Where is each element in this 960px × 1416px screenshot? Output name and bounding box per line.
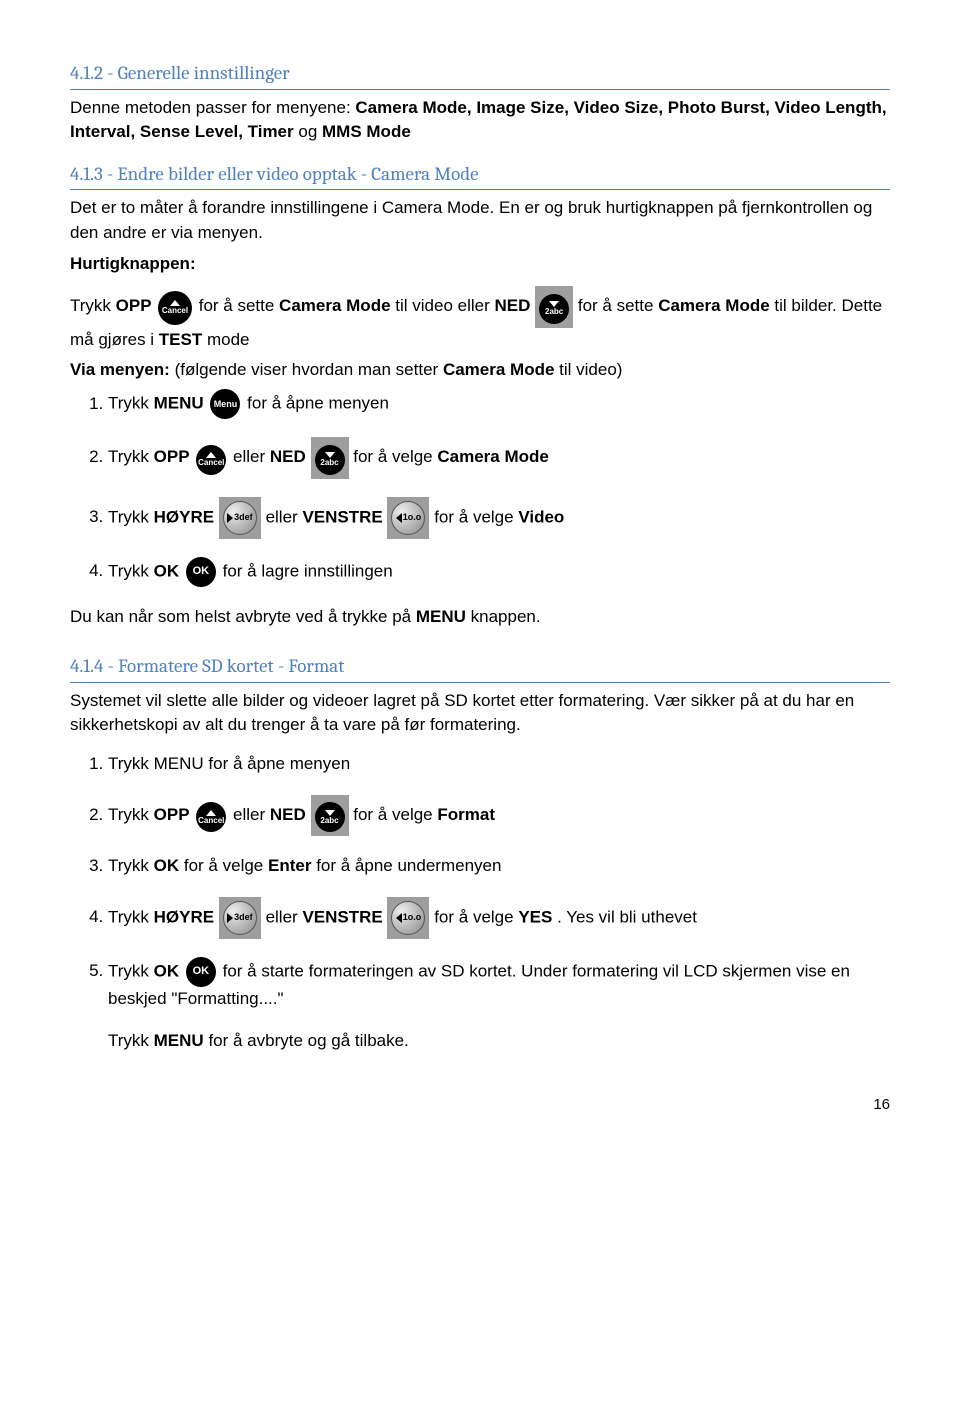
via-menyen-line: Via menyen: (følgende viser hvordan man … (70, 358, 890, 383)
outro-4-1-3: Du kan når som helst avbryte ved å trykk… (70, 605, 890, 630)
camera-mode-label: Camera Mode (658, 297, 769, 316)
1oo-left-icon: 1o.o (387, 497, 429, 539)
video-label: Video (518, 507, 564, 526)
cancel-up-icon: Cancel (196, 799, 226, 833)
text: for å velge (434, 907, 518, 926)
menu-label: MENU (416, 607, 466, 626)
format-label: Format (437, 805, 495, 824)
hurtigknapp-line: Trykk OPP Cancel for å sette Camera Mode… (70, 286, 890, 352)
list-item: Trykk HØYRE 3def eller VENSTRE 1o.o for … (108, 497, 890, 539)
ned-label: NED (270, 447, 306, 466)
ned-label: NED (495, 297, 536, 316)
text: Trykk (108, 961, 154, 980)
via-menyen-label: Via menyen: (70, 360, 170, 379)
2abc-down-icon: 2abc (535, 286, 573, 328)
opp-label: OPP (154, 447, 190, 466)
text: . Yes vil bli uthevet (557, 907, 697, 926)
text: for å velge (353, 805, 437, 824)
text: for å åpne undermenyen (316, 856, 501, 875)
steps-4-1-4: Trykk MENU for å åpne menyen Trykk OPP C… (70, 752, 890, 1054)
text: knappen. (471, 607, 541, 626)
text: for å åpne menyen (247, 394, 389, 413)
text: eller (233, 805, 270, 824)
text: Trykk (108, 907, 154, 926)
text: for å lagre innstillingen (223, 561, 393, 580)
heading-4-1-3: 4.1.3 - Endre bilder eller video opptak … (70, 161, 890, 191)
text: til video eller (395, 297, 490, 316)
heading-4-1-4: 4.1.4 - Formatere SD kortet - Format (70, 653, 890, 683)
text: Trykk (108, 507, 154, 526)
menu-label: MENU (154, 394, 204, 413)
text: Trykk (108, 1031, 154, 1050)
camera-mode-label: Camera Mode (279, 297, 390, 316)
2abc-down-icon: 2abc (311, 437, 349, 479)
ok-icon: OK (186, 957, 216, 987)
menu-label: MENU (154, 1031, 204, 1050)
list-item: Trykk MENU for å åpne menyen (108, 752, 890, 777)
list-item: Trykk OK OK for å lagre innstillingen (108, 557, 890, 587)
text: Trykk (70, 297, 111, 316)
list-item: Trykk MENU Menu for å åpne menyen (108, 389, 890, 419)
test-label: TEST (159, 330, 202, 349)
list-item: Trykk HØYRE 3def eller VENSTRE 1o.o for … (108, 897, 890, 939)
text: eller (266, 507, 303, 526)
text: eller (266, 907, 303, 926)
cancel-up-icon: Cancel (158, 289, 192, 325)
1oo-left-icon: 1o.o (387, 897, 429, 939)
text: Denne metoden passer for menyene: (70, 98, 355, 117)
3def-right-icon: 3def (219, 897, 261, 939)
intro-4-1-3: Det er to måter å forandre innstillingen… (70, 196, 890, 245)
text: (følgende viser hvordan man setter (175, 360, 443, 379)
ok-label: OK (154, 961, 180, 980)
hoyre-label: HØYRE (154, 507, 214, 526)
opp-label: OPP (116, 297, 156, 316)
mms-mode: MMS Mode (322, 122, 411, 141)
text: Trykk (108, 805, 154, 824)
text: til video) (559, 360, 622, 379)
page-number: 16 (70, 1094, 890, 1116)
text: og (298, 122, 322, 141)
text: Du kan når som helst avbryte ved å trykk… (70, 607, 416, 626)
hurtigknappen-label: Hurtigknappen: (70, 254, 196, 273)
venstre-label: VENSTRE (302, 907, 382, 926)
outro-4-1-4: Trykk MENU for å avbryte og gå tilbake. (108, 1029, 890, 1054)
text: eller (233, 447, 270, 466)
heading-4-1-2: 4.1.2 - Generelle innstillinger (70, 60, 890, 90)
text: for å sette (199, 297, 279, 316)
ok-label: OK (154, 856, 180, 875)
list-item: Trykk OK OK for å starte formateringen a… (108, 957, 890, 1054)
list-item: Trykk OPP Cancel eller NED 2abc for å ve… (108, 437, 890, 479)
text: for å sette (578, 297, 658, 316)
2abc-down-icon: 2abc (311, 795, 349, 837)
list-item: Trykk OK for å velge Enter for å åpne un… (108, 854, 890, 879)
menu-icon: Menu (210, 389, 240, 419)
yes-label: YES (518, 907, 552, 926)
text: Trykk (108, 394, 154, 413)
text: for å avbryte og gå tilbake. (208, 1031, 408, 1050)
text: Trykk (108, 561, 154, 580)
hoyre-label: HØYRE (154, 907, 214, 926)
text: for å velge (353, 447, 437, 466)
3def-right-icon: 3def (219, 497, 261, 539)
ok-label: OK (154, 561, 180, 580)
camera-mode-label: Camera Mode (443, 360, 554, 379)
intro-4-1-2: Denne metoden passer for menyene: Camera… (70, 96, 890, 145)
camera-mode-label: Camera Mode (437, 447, 548, 466)
cancel-up-icon: Cancel (196, 441, 226, 475)
text: for å starte formateringen av SD kortet.… (108, 961, 850, 1008)
ned-label: NED (270, 805, 306, 824)
text: Trykk (108, 856, 154, 875)
text: for å velge (434, 507, 518, 526)
text: for å velge (184, 856, 268, 875)
text: Trykk (108, 447, 154, 466)
text: mode (207, 330, 250, 349)
intro-4-1-4: Systemet vil slette alle bilder og video… (70, 689, 890, 738)
opp-label: OPP (154, 805, 190, 824)
list-item: Trykk OPP Cancel eller NED 2abc for å ve… (108, 795, 890, 837)
steps-4-1-3: Trykk MENU Menu for å åpne menyen Trykk … (70, 389, 890, 587)
ok-icon: OK (186, 557, 216, 587)
enter-label: Enter (268, 856, 311, 875)
venstre-label: VENSTRE (302, 507, 382, 526)
